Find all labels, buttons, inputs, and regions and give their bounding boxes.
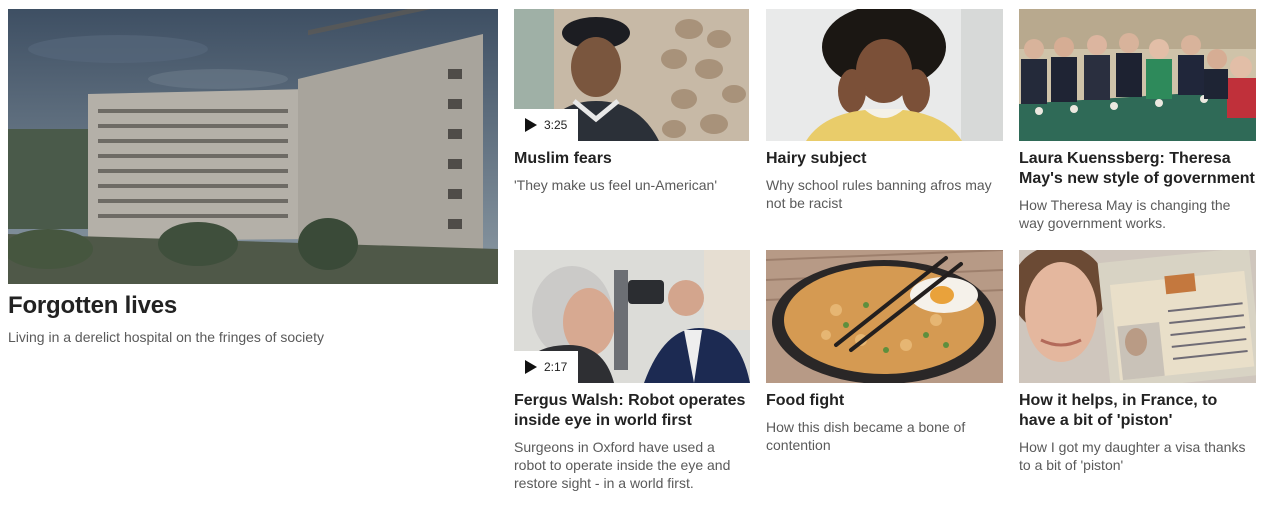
feature-image-derelict-hospital[interactable] [8,9,498,284]
story-card-fergus-walsh[interactable]: 2:17 Fergus Walsh: Robot operates inside… [514,250,750,492]
story-headline[interactable]: Fergus Walsh: Robot operates inside eye … [514,391,750,431]
story-card-piston[interactable]: How it helps, in France, to have a bit o… [1019,250,1256,474]
story-card-laura-kuenssberg[interactable]: Laura Kuenssberg: Theresa May's new styl… [1019,9,1256,232]
story-card-muslim-fears[interactable]: 3:25 Muslim fears 'They make us feel un-… [514,9,749,194]
feature-headline[interactable]: Forgotten lives [8,292,498,320]
story-summary: How I got my daughter a visa thanks to a… [1019,439,1246,473]
story-card-food-fight[interactable]: Food fight How this dish became a bone o… [766,250,1003,454]
visa-document-photo[interactable] [1019,250,1256,383]
video-duration: 3:25 [544,118,568,132]
story-summary: Why school rules banning afros may not b… [766,177,992,211]
story-headline[interactable]: Muslim fears [514,149,749,169]
story-headline[interactable]: Hairy subject [766,149,1003,169]
feature-summary: Living in a derelict hospital on the fri… [8,329,324,345]
video-badge: 3:25 [514,109,579,141]
story-summary: How Theresa May is changing the way gove… [1019,197,1231,231]
story-headline[interactable]: How it helps, in France, to have a bit o… [1019,391,1256,431]
play-icon [525,360,537,374]
rice-dish-photo[interactable] [766,250,1003,383]
story-summary: Surgeons in Oxford have used a robot to … [514,439,731,491]
story-summary: How this dish became a bone of contentio… [766,419,966,453]
girl-thinking-photo[interactable] [766,9,1003,141]
video-duration: 2:17 [544,360,568,374]
story-headline[interactable]: Food fight [766,391,1003,411]
cabinet-meeting-photo[interactable] [1019,9,1256,141]
man-in-cap-photo[interactable]: 3:25 [514,9,749,141]
story-card-hairy-subject[interactable]: Hairy subject Why school rules banning a… [766,9,1003,212]
eye-exam-photo[interactable]: 2:17 [514,250,750,383]
story-summary: 'They make us feel un-American' [514,177,717,193]
play-icon [525,118,537,132]
video-badge: 2:17 [514,351,579,383]
story-headline[interactable]: Laura Kuenssberg: Theresa May's new styl… [1019,149,1256,189]
feature-story-card[interactable]: Forgotten lives Living in a derelict hos… [8,9,498,346]
